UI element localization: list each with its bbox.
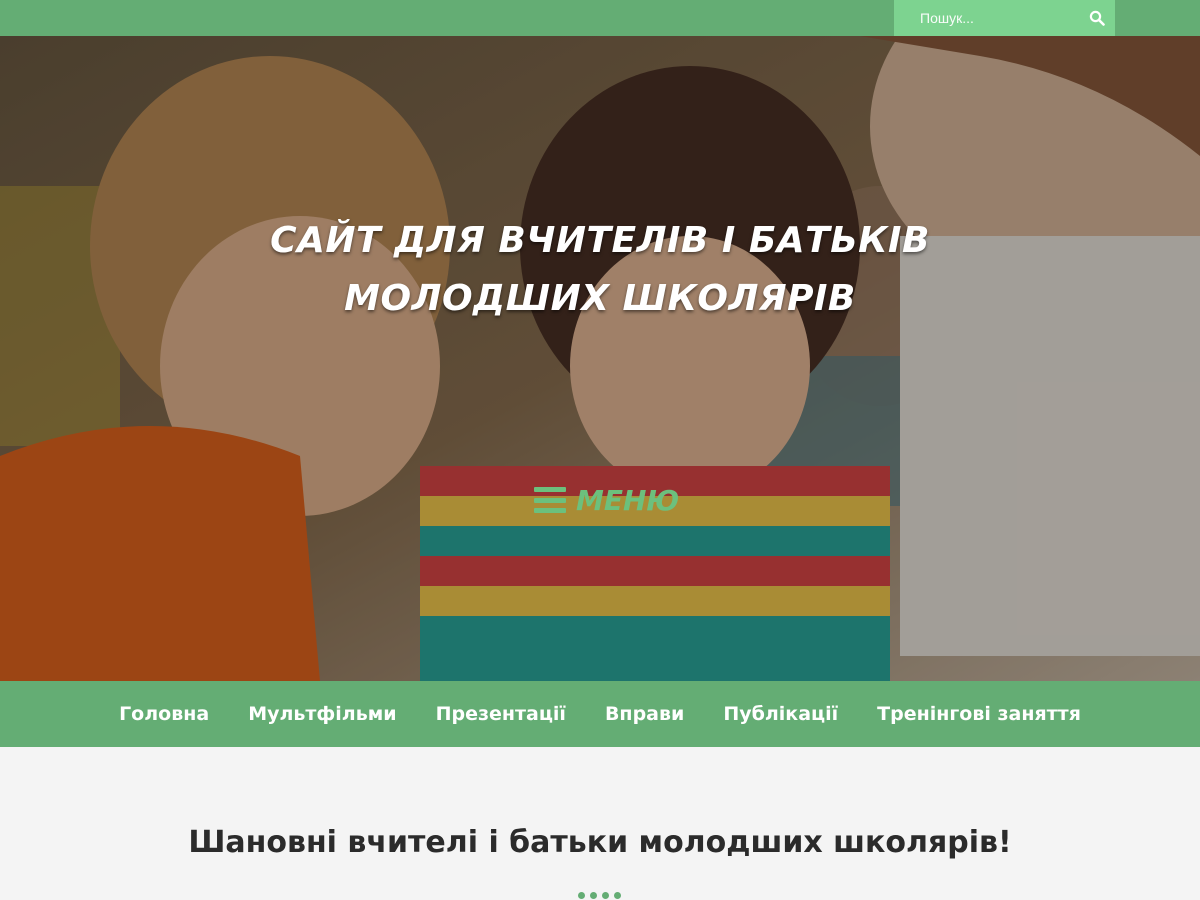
hero-banner: Сайт для вчителів і батьків молодших шко…	[0, 36, 1200, 681]
top-bar	[0, 0, 1200, 36]
menu-label: Меню	[576, 483, 680, 517]
site-title-line2: молодших школярів	[344, 278, 856, 319]
nav-item-presentations[interactable]: Презентації	[436, 703, 566, 725]
page-heading: Шановні вчителі і батьки молодших школяр…	[188, 825, 1012, 860]
hamburger-icon	[534, 487, 566, 513]
nav-item-exercises[interactable]: Вправи	[605, 703, 684, 725]
heading-divider-dots	[578, 892, 621, 899]
search-input[interactable]	[894, 0, 1074, 36]
nav-item-trainings[interactable]: Тренінгові заняття	[877, 703, 1081, 725]
main-navigation: Головна Мультфільми Презентації Вправи П…	[0, 681, 1200, 747]
search-icon[interactable]	[1089, 10, 1105, 26]
site-title-line1: Сайт для вчителів і батьків	[270, 220, 930, 261]
nav-item-publications[interactable]: Публікації	[723, 703, 838, 725]
menu-toggle-button[interactable]: Меню	[534, 480, 679, 520]
site-title: Сайт для вчителів і батьків молодших шко…	[250, 212, 950, 328]
nav-item-cartoons[interactable]: Мультфільми	[248, 703, 396, 725]
hero-overlay	[0, 36, 1200, 681]
nav-item-home[interactable]: Головна	[119, 703, 209, 725]
search-form	[894, 0, 1115, 36]
main-content: Шановні вчителі і батьки молодших школяр…	[0, 747, 1200, 900]
